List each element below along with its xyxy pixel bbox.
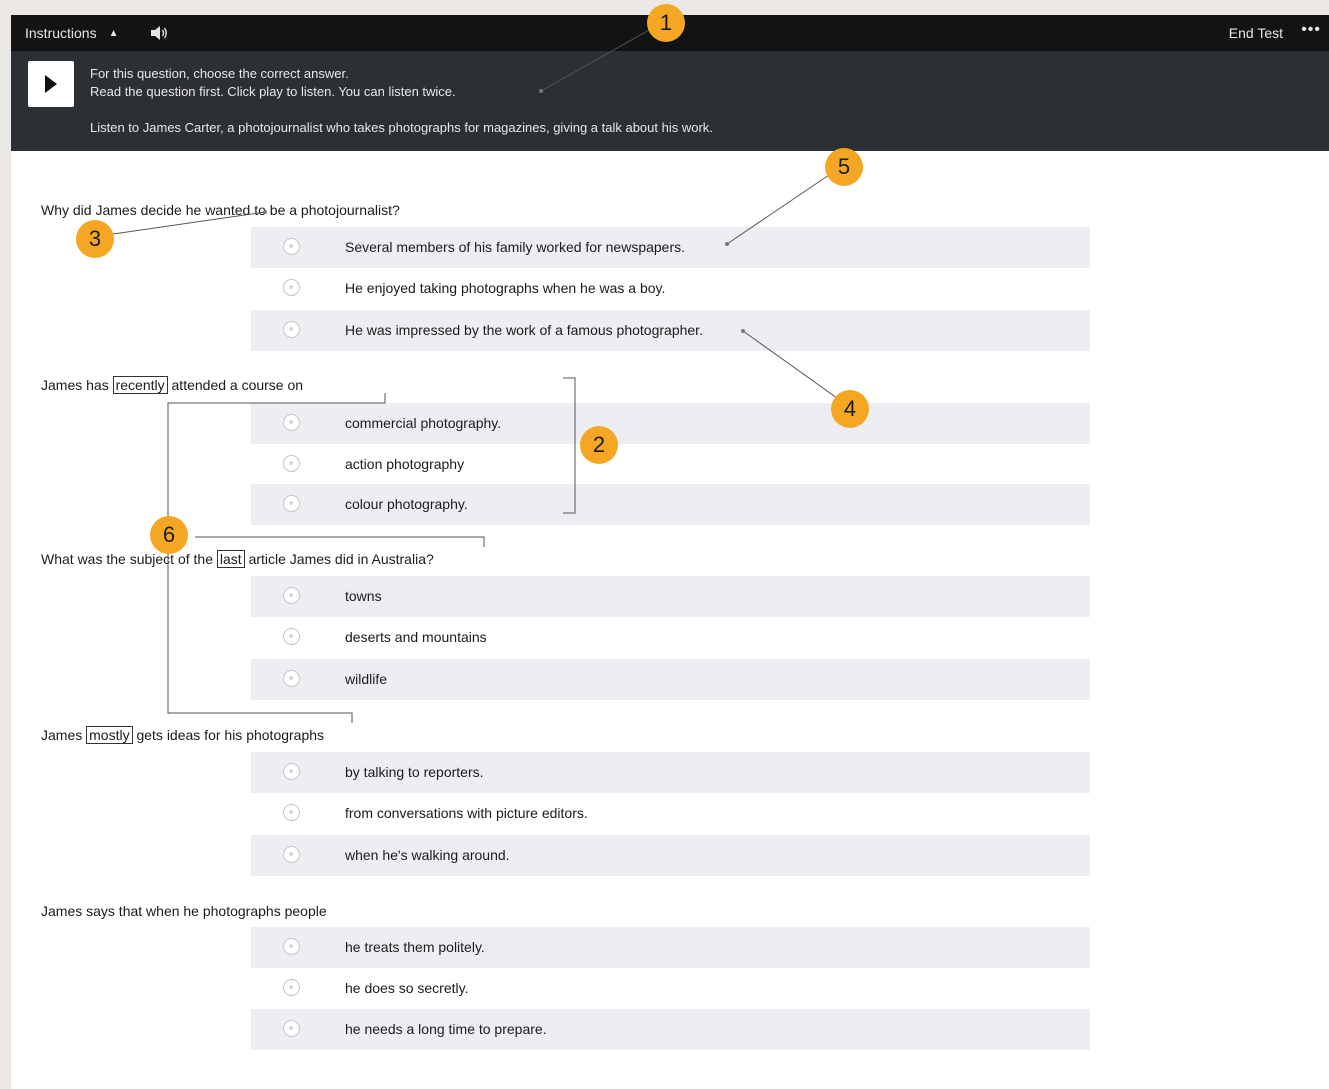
option-label: He was impressed by the work of a famous…	[345, 322, 703, 338]
callout-badge-6: 6	[150, 516, 188, 554]
question-3-text: What was the subject of the last article…	[41, 550, 434, 568]
q4-option-a[interactable]: by talking to reporters.	[251, 752, 1090, 793]
play-icon	[45, 75, 57, 93]
q1-option-a[interactable]: Several members of his family worked for…	[251, 227, 1090, 268]
option-label: Several members of his family worked for…	[345, 239, 686, 255]
keyword-highlight: mostly	[86, 726, 133, 744]
q3-option-a[interactable]: towns	[251, 576, 1090, 617]
listening-context: Listen to James Carter, a photojournalis…	[90, 120, 713, 135]
option-label: from conversations with picture editors.	[345, 805, 588, 821]
speaker-icon[interactable]	[149, 24, 169, 42]
question-2-text: James has recently attended a course on	[41, 376, 304, 394]
instructions-toggle[interactable]: Instructions ▲	[25, 25, 119, 41]
option-label: deserts and mountains	[345, 629, 487, 645]
option-label: wildlife	[345, 671, 388, 687]
keyword-highlight: last	[216, 550, 245, 568]
caret-up-icon: ▲	[108, 27, 119, 39]
callout-badge-4: 4	[831, 390, 869, 428]
instructions-label: Instructions	[25, 25, 97, 41]
q2-option-b[interactable]: action photography	[251, 444, 1090, 485]
q5-option-c[interactable]: he needs a long time to prepare.	[251, 1009, 1090, 1050]
instruction-line-2: Read the question first. Click play to l…	[90, 84, 456, 99]
test-window: Instructions ▲ End Test ••• For this que…	[11, 15, 1329, 1089]
end-test-button[interactable]: End Test	[1229, 25, 1283, 41]
radio-button[interactable]	[283, 763, 300, 780]
question-4-text: James mostly gets ideas for his photogra…	[41, 726, 325, 744]
option-label: towns	[345, 588, 382, 604]
option-label: colour photography.	[345, 496, 468, 512]
callout-badge-2: 2	[580, 426, 618, 464]
callout-badge-1: 1	[647, 4, 685, 42]
q4-option-c[interactable]: when he's walking around.	[251, 835, 1090, 876]
radio-button[interactable]	[283, 495, 300, 512]
option-label: He enjoyed taking photographs when he wa…	[345, 280, 666, 296]
q4-option-b[interactable]: from conversations with picture editors.	[251, 793, 1090, 834]
question-text-part: gets ideas for his photographs	[136, 727, 325, 743]
q1-option-b[interactable]: He enjoyed taking photographs when he wa…	[251, 268, 1090, 309]
radio-button[interactable]	[283, 938, 300, 955]
radio-button[interactable]	[283, 804, 300, 821]
q5-option-a[interactable]: he treats them politely.	[251, 927, 1090, 968]
q3-option-c[interactable]: wildlife	[251, 659, 1090, 700]
radio-button[interactable]	[283, 455, 300, 472]
option-label: he needs a long time to prepare.	[345, 1021, 547, 1037]
radio-button[interactable]	[283, 979, 300, 996]
instruction-line-1: For this question, choose the correct an…	[90, 66, 349, 81]
question-text-part: What was the subject of the	[41, 551, 213, 567]
q1-option-c[interactable]: He was impressed by the work of a famous…	[251, 310, 1090, 351]
question-text-part: James has	[41, 377, 109, 393]
radio-button[interactable]	[283, 1020, 300, 1037]
option-label: he does so secretly.	[345, 980, 469, 996]
question-1-text: Why did James decide he wanted to be a p…	[41, 202, 400, 218]
play-button[interactable]	[28, 61, 74, 107]
q3-option-b[interactable]: deserts and mountains	[251, 617, 1090, 658]
question-text-part: attended a course on	[171, 377, 304, 393]
radio-button[interactable]	[283, 587, 300, 604]
option-label: commercial photography.	[345, 415, 502, 431]
question-text-part: James	[41, 727, 83, 743]
question-5-text: James says that when he photographs peop…	[41, 903, 327, 919]
more-icon[interactable]: •••	[1301, 21, 1321, 39]
radio-button[interactable]	[283, 414, 300, 431]
radio-button[interactable]	[283, 628, 300, 645]
q5-option-b[interactable]: he does so secretly.	[251, 968, 1090, 1009]
callout-badge-3: 3	[76, 220, 114, 258]
instructions-panel: For this question, choose the correct an…	[11, 51, 1329, 151]
radio-button[interactable]	[283, 670, 300, 687]
radio-button[interactable]	[283, 279, 300, 296]
keyword-highlight: recently	[112, 376, 168, 394]
q2-option-a[interactable]: commercial photography.	[251, 403, 1090, 444]
question-text-part: article James did in Australia?	[248, 551, 434, 567]
option-label: action photography	[345, 456, 465, 472]
radio-button[interactable]	[283, 238, 300, 255]
option-label: by talking to reporters.	[345, 764, 484, 780]
radio-button[interactable]	[283, 321, 300, 338]
callout-badge-5: 5	[825, 148, 863, 186]
radio-button[interactable]	[283, 846, 300, 863]
option-label: he treats them politely.	[345, 939, 485, 955]
option-label: when he's walking around.	[345, 847, 510, 863]
q2-option-c[interactable]: colour photography.	[251, 484, 1090, 525]
